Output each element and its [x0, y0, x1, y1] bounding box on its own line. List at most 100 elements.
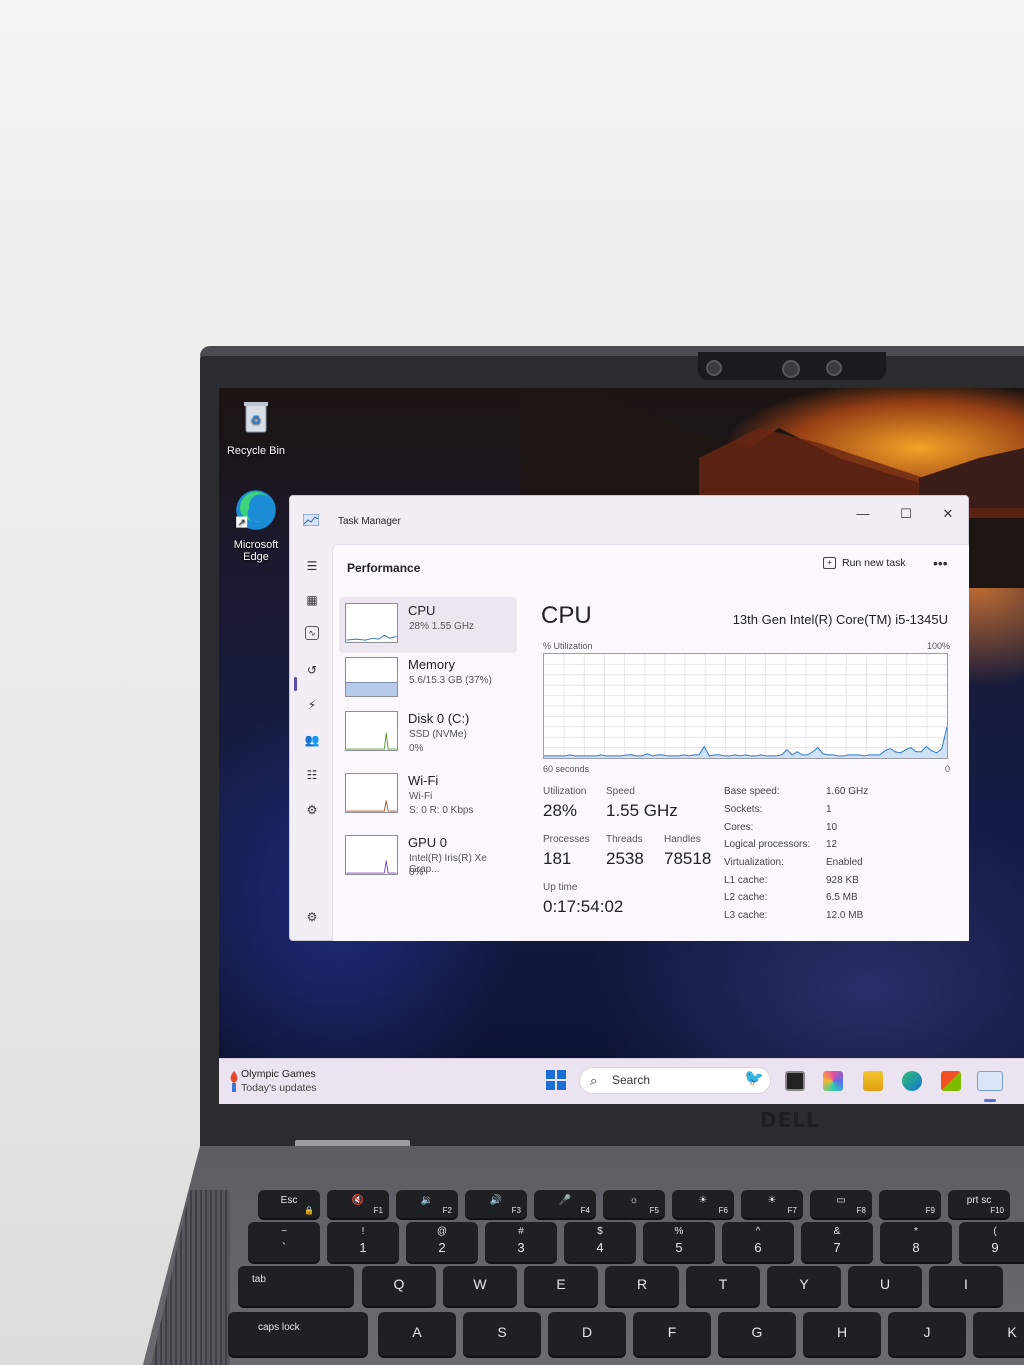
spec-key: Virtualization:	[724, 857, 784, 868]
number-key[interactable]: $4	[564, 1222, 636, 1262]
letter-key[interactable]: K	[973, 1312, 1024, 1356]
resource-wifi[interactable]: Wi-Fi Wi-Fi S: 0 R: 0 Kbps	[339, 767, 517, 823]
key-label: 5	[675, 1240, 683, 1255]
store-icon[interactable]	[941, 1071, 961, 1091]
letter-key[interactable]: D	[548, 1312, 626, 1356]
caps-lock-key[interactable]: caps lock	[228, 1312, 368, 1356]
users-icon[interactable]: 👥	[302, 730, 322, 750]
number-key[interactable]: #3	[485, 1222, 557, 1262]
resource-gpu[interactable]: GPU 0 Intel(R) Iris(R) Xe Grap... 0%	[339, 829, 517, 885]
services-icon[interactable]: ⚙	[302, 800, 322, 820]
function-key[interactable]: F9	[879, 1190, 941, 1218]
tab-key[interactable]: tab	[238, 1266, 354, 1306]
news-widget[interactable]: Olympic Games Today's updates	[241, 1067, 317, 1095]
function-key[interactable]: 🔊 F3	[465, 1190, 527, 1218]
spec-key: L3 cache:	[724, 910, 768, 921]
spec-value: 6.5 MB	[826, 892, 858, 903]
number-key[interactable]: ~ `	[248, 1222, 320, 1262]
processes-icon[interactable]: ▦	[302, 590, 322, 610]
key-label: ▭	[836, 1195, 846, 1206]
uptime-value: 0:17:54:02	[543, 897, 624, 916]
spec-key: Logical processors:	[724, 839, 811, 850]
function-key[interactable]: Esc 🔒	[258, 1190, 320, 1218]
file-explorer-icon[interactable]	[863, 1071, 883, 1091]
letter-key[interactable]: A	[378, 1312, 456, 1356]
function-key[interactable]: ☀ F6	[672, 1190, 734, 1218]
letter-key[interactable]: R	[605, 1266, 679, 1306]
number-key[interactable]: & 7	[801, 1222, 873, 1262]
hamburger-menu-icon[interactable]: ☰	[302, 556, 322, 576]
number-key[interactable]: ^ 6	[722, 1222, 794, 1262]
key-shift-label: ~	[281, 1226, 287, 1237]
letter-key[interactable]: Y	[767, 1266, 841, 1306]
function-key[interactable]: ☼ F5	[603, 1190, 665, 1218]
edge-shortcut[interactable]: ↗ Microsoft Edge	[221, 488, 291, 563]
maximize-button[interactable]: ☐	[885, 502, 927, 526]
letter-key[interactable]: S	[463, 1312, 541, 1356]
letter-key[interactable]: J	[888, 1312, 966, 1356]
task-manager-app-icon	[303, 514, 319, 526]
news-title: Olympic Games	[241, 1068, 316, 1080]
cpu-thumbnail-graph	[345, 603, 398, 643]
lid-edge	[200, 346, 1024, 356]
page-title: Performance	[347, 561, 421, 575]
key-label: 🔇	[351, 1195, 365, 1206]
function-key[interactable]: 🎤 F4	[534, 1190, 596, 1218]
number-key[interactable]: % 5	[643, 1222, 715, 1262]
number-key[interactable]: @2	[406, 1222, 478, 1262]
letter-key[interactable]: U	[848, 1266, 922, 1306]
key-sublabel: F8	[856, 1206, 866, 1215]
resource-sub1: Wi-Fi	[409, 791, 433, 802]
letter-key[interactable]: I	[929, 1266, 1003, 1306]
settings-gear-icon[interactable]: ⚙	[302, 907, 322, 927]
details-icon[interactable]: ☷	[302, 765, 322, 785]
resource-memory[interactable]: Memory 5.6/15.3 GB (37%)	[339, 651, 517, 707]
key-label: U	[879, 1276, 891, 1292]
copilot-icon[interactable]	[823, 1071, 843, 1091]
webcam-icon	[782, 360, 800, 378]
edge-taskbar-icon[interactable]	[902, 1071, 922, 1091]
function-key[interactable]: ▭ F8	[810, 1190, 872, 1218]
windows-start-icon[interactable]	[546, 1070, 566, 1090]
function-key[interactable]: prt sc F10	[948, 1190, 1010, 1218]
letter-key[interactable]: T	[686, 1266, 760, 1306]
key-shift-label: %	[674, 1226, 684, 1237]
news-subtitle: Today's updates	[241, 1082, 317, 1094]
close-button[interactable]: ✕	[927, 502, 969, 526]
taskbar-search[interactable]: ⌕ Search 🐦	[579, 1067, 771, 1094]
recycle-bin-shortcut[interactable]: ♻ Recycle Bin	[221, 398, 291, 457]
resource-cpu[interactable]: CPU 28% 1.55 GHz	[339, 597, 517, 653]
threads-label: Threads	[606, 834, 643, 845]
title-bar[interactable]: Task Manager — ☐ ✕	[290, 496, 968, 544]
function-key[interactable]: 🔇 F1	[327, 1190, 389, 1218]
function-key[interactable]: ☀ F7	[741, 1190, 803, 1218]
key-label: E	[556, 1276, 566, 1292]
utilization-axis-label: % Utilization	[543, 641, 593, 651]
task-manager-taskbar-icon[interactable]	[977, 1071, 1003, 1091]
dell-logo: DELL	[760, 1108, 820, 1132]
svg-text:♻: ♻	[251, 413, 262, 427]
key-label: Esc	[280, 1195, 298, 1206]
key-sublabel: F4	[580, 1206, 590, 1215]
time-axis-label: 60 seconds	[543, 764, 590, 774]
function-key[interactable]: 🔉 F2	[396, 1190, 458, 1218]
edge-icon: ↗	[236, 490, 276, 530]
number-key[interactable]: * 8	[880, 1222, 952, 1262]
letter-key[interactable]: E	[524, 1266, 598, 1306]
app-history-icon[interactable]: ↺	[302, 660, 322, 680]
letter-key[interactable]: F	[633, 1312, 711, 1356]
key-sublabel: F1	[373, 1206, 383, 1215]
resource-sub2: 0%	[409, 867, 424, 878]
task-view-icon[interactable]	[785, 1071, 805, 1091]
number-key[interactable]: ! 1	[327, 1222, 399, 1262]
performance-icon[interactable]: ∿	[305, 626, 319, 640]
resource-disk[interactable]: Disk 0 (C:) SSD (NVMe) 0%	[339, 705, 517, 761]
key-shift-label: (	[993, 1226, 997, 1237]
letter-key[interactable]: G	[718, 1312, 796, 1356]
minimize-button[interactable]: —	[842, 502, 884, 526]
letter-key[interactable]: Q	[362, 1266, 436, 1306]
letter-key[interactable]: W	[443, 1266, 517, 1306]
letter-key[interactable]: H	[803, 1312, 881, 1356]
startup-apps-icon[interactable]: ⚡	[302, 695, 322, 715]
number-key[interactable]: (9	[959, 1222, 1024, 1262]
